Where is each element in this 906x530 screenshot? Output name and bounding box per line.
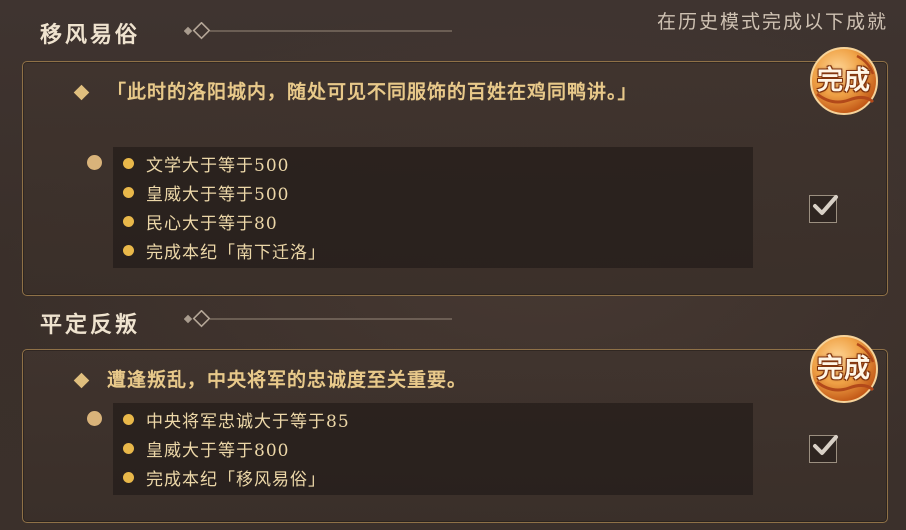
section-title-1: 移风易俗 — [40, 22, 141, 48]
condition-item: 文学大于等于500 — [123, 149, 289, 178]
bullet-icon — [123, 187, 134, 198]
requirement-dot-icon — [87, 155, 102, 170]
bullet-icon — [123, 472, 134, 483]
condition-item: 中央将军忠诚大于等于85 — [123, 405, 350, 434]
seal-label: 完成 — [816, 354, 871, 384]
description-bullet-icon — [73, 372, 90, 389]
condition-list: 文学大于等于500 皇威大于等于500 民心大于等于80 完成本纪「南下迁洛」 — [113, 147, 753, 268]
bullet-icon — [123, 414, 134, 425]
bullet-icon — [123, 158, 134, 169]
bullet-icon — [123, 245, 134, 256]
achievement-panel-2: 遭逢叛乱，中央将军的忠诚度至关重要。 中央将军忠诚大于等于85 皇威大于等于80… — [22, 335, 888, 523]
condition-item: 皇威大于等于800 — [123, 434, 289, 463]
condition-item: 皇威大于等于500 — [123, 178, 289, 207]
condition-list: 中央将军忠诚大于等于85 皇威大于等于800 完成本纪「移风易俗」 — [113, 403, 753, 495]
bullet-icon — [123, 443, 134, 454]
requirement-dot-icon — [87, 411, 102, 426]
achievement-description: 遭逢叛乱，中央将军的忠诚度至关重要。 — [107, 369, 468, 391]
bullet-icon — [123, 216, 134, 227]
condition-item: 完成本纪「移风易俗」 — [123, 463, 326, 492]
complete-seal-badge: 完成 — [807, 332, 881, 406]
section-title-2: 平定反叛 — [40, 312, 141, 338]
achievement-description: 「此时的洛阳城内，随处可见不同服饰的百姓在鸡同鸭讲。」 — [107, 81, 638, 103]
checkmark-icon — [813, 195, 838, 215]
checkmark-icon — [813, 435, 838, 455]
hint-text: 在历史模式完成以下成就 — [656, 11, 888, 33]
seal-label: 完成 — [816, 66, 871, 96]
completion-checkbox — [809, 195, 838, 223]
completion-checkbox — [809, 435, 838, 463]
description-bullet-icon — [73, 84, 90, 101]
achievement-panel-1: 「此时的洛阳城内，随处可见不同服饰的百姓在鸡同鸭讲。」 文学大于等于500 皇威… — [22, 47, 888, 296]
complete-seal-badge: 完成 — [807, 44, 881, 118]
condition-item: 民心大于等于80 — [123, 207, 278, 236]
title-ornament-2 — [184, 310, 452, 328]
title-ornament-1 — [184, 22, 452, 40]
condition-item: 完成本纪「南下迁洛」 — [123, 236, 326, 265]
